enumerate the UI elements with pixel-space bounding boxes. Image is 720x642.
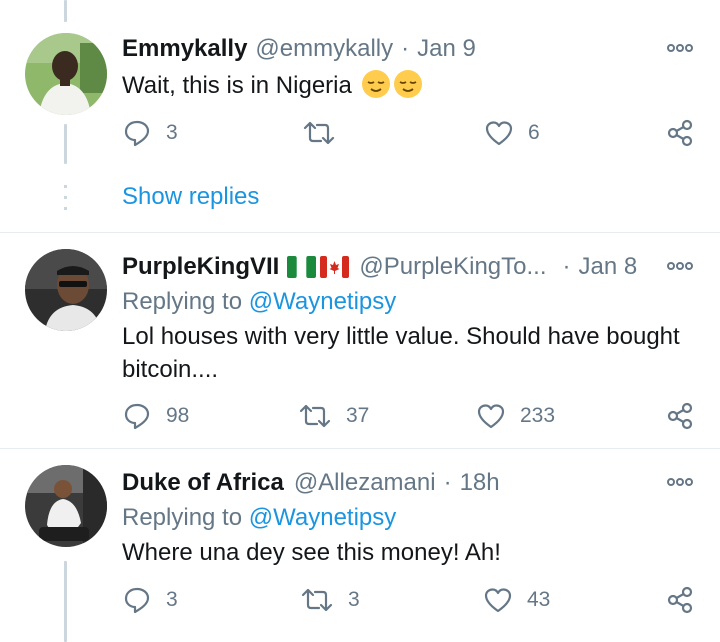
tweet-emmykally[interactable]: Emmykally @emmykally · Jan 9 Wait, this … bbox=[0, 0, 720, 232]
more-options-icon[interactable] bbox=[666, 470, 694, 494]
like-button[interactable]: 6 bbox=[484, 113, 540, 153]
avatar[interactable] bbox=[25, 33, 107, 115]
thread-line bbox=[64, 124, 67, 164]
reply-count: 3 bbox=[166, 588, 178, 611]
avatar[interactable] bbox=[25, 249, 107, 331]
display-name[interactable]: Emmykally bbox=[122, 35, 247, 63]
tweet-purplekingvii[interactable]: PurpleKingVII @PurpleKingTo... · Jan 8 R… bbox=[0, 233, 720, 448]
share-icon bbox=[667, 402, 693, 430]
like-button[interactable]: 233 bbox=[476, 396, 555, 436]
mention-link[interactable]: @Waynetipsy bbox=[249, 288, 397, 315]
tweet-header: Emmykally @emmykally · Jan 9 bbox=[122, 35, 476, 63]
tweet-date[interactable]: Jan 9 bbox=[417, 35, 476, 63]
replying-to: Replying to @Waynetipsy bbox=[122, 504, 396, 532]
like-count: 233 bbox=[520, 404, 556, 427]
retweet-button[interactable]: 37 bbox=[298, 396, 369, 436]
more-options-icon[interactable] bbox=[666, 36, 694, 60]
tweet-header: PurpleKingVII @PurpleKingTo... · Jan 8 bbox=[122, 253, 637, 281]
tweet-date[interactable]: 18h bbox=[460, 469, 500, 497]
like-button[interactable]: 43 bbox=[483, 580, 550, 620]
tweet-text: Lol houses with very little value. Shoul… bbox=[122, 323, 680, 383]
heart-icon bbox=[477, 404, 505, 429]
tweet-header: Duke of Africa @Allezamani · 18h bbox=[122, 469, 500, 497]
retweet-button[interactable] bbox=[302, 113, 350, 153]
separator: · bbox=[443, 469, 452, 496]
tweet-text-content: Wait, this is in Nigeria bbox=[122, 72, 352, 99]
mention-link[interactable]: @Waynetipsy bbox=[249, 504, 397, 531]
tweet-actions: 3 6 bbox=[122, 113, 698, 153]
avatar[interactable] bbox=[25, 465, 107, 547]
like-count: 43 bbox=[527, 588, 551, 611]
share-icon bbox=[667, 586, 693, 614]
canada-flag-icon bbox=[320, 256, 350, 278]
thread-line bbox=[64, 561, 67, 642]
share-button[interactable] bbox=[665, 113, 695, 153]
replying-to-label: Replying to bbox=[122, 504, 243, 531]
tweet-date[interactable]: Jan 8 bbox=[578, 253, 637, 281]
tweet-duke-of-africa[interactable]: Duke of Africa @Allezamani · 18h Replyin… bbox=[0, 449, 720, 642]
retweet-button[interactable]: 3 bbox=[300, 580, 360, 620]
separator: · bbox=[562, 253, 571, 280]
user-handle[interactable]: @PurpleKingTo... bbox=[359, 253, 546, 281]
retweet-count: 37 bbox=[346, 404, 370, 427]
replying-to: Replying to @Waynetipsy bbox=[122, 288, 396, 316]
like-count: 6 bbox=[528, 121, 540, 144]
tweet-actions: 98 37 233 bbox=[122, 396, 698, 436]
display-name[interactable]: PurpleKingVII bbox=[122, 253, 279, 281]
share-button[interactable] bbox=[665, 580, 695, 620]
reply-icon bbox=[124, 403, 150, 430]
reply-count: 3 bbox=[166, 121, 178, 144]
reply-icon bbox=[124, 587, 150, 614]
thread-dots bbox=[64, 185, 67, 210]
retweet-icon bbox=[303, 121, 335, 145]
heart-icon bbox=[484, 588, 512, 613]
display-name[interactable]: Duke of Africa bbox=[122, 469, 284, 497]
reply-button[interactable]: 98 bbox=[122, 396, 189, 436]
user-handle[interactable]: @emmykally bbox=[255, 35, 393, 63]
share-icon bbox=[667, 119, 693, 147]
retweet-count: 3 bbox=[348, 588, 360, 611]
more-options-icon[interactable] bbox=[666, 254, 694, 278]
show-replies-link[interactable]: Show replies bbox=[122, 183, 259, 211]
reply-icon bbox=[124, 120, 150, 147]
tweet-text: Where una dey see this money! Ah! bbox=[122, 539, 501, 566]
user-handle[interactable]: @Allezamani bbox=[294, 469, 436, 497]
nigeria-flag-icon bbox=[287, 256, 317, 278]
heart-icon bbox=[485, 121, 513, 146]
replying-to-label: Replying to bbox=[122, 288, 243, 315]
tweet-actions: 3 3 43 bbox=[122, 580, 698, 620]
tweet-text: Wait, this is in Nigeria bbox=[122, 69, 697, 102]
retweet-icon bbox=[301, 588, 333, 612]
reply-button[interactable]: 3 bbox=[122, 580, 178, 620]
retweet-icon bbox=[299, 404, 331, 428]
separator: · bbox=[401, 35, 410, 62]
relieved-face-emoji bbox=[361, 70, 390, 98]
relieved-face-emoji bbox=[393, 70, 422, 98]
reply-count: 98 bbox=[166, 404, 190, 427]
reply-button[interactable]: 3 bbox=[122, 113, 178, 153]
share-button[interactable] bbox=[665, 396, 695, 436]
